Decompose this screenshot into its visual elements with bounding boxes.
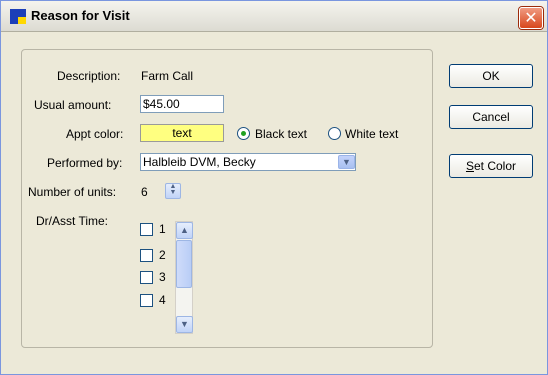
scroll-up-icon[interactable]: ▲ <box>176 222 193 239</box>
time-checkbox-3[interactable] <box>140 271 153 284</box>
performed-by-label: Performed by: <box>47 156 123 170</box>
black-text-radio[interactable] <box>237 127 250 140</box>
dialog-window: Reason for Visit ✕ Description: Farm Cal… <box>0 0 548 375</box>
set-color-button[interactable]: Set Color <box>449 154 533 178</box>
white-text-radio[interactable] <box>328 127 341 140</box>
set-color-label: et Color <box>473 159 517 173</box>
time-label: Dr/Asst Time: <box>36 214 109 228</box>
units-spinner-icon[interactable]: ▲ ▼ <box>165 183 181 199</box>
set-color-mnemonic: S <box>465 159 474 173</box>
usual-amount-label: Usual amount: <box>34 98 112 112</box>
appt-color-swatch[interactable]: text <box>140 124 224 142</box>
window-title: Reason for Visit <box>31 8 130 23</box>
app-icon <box>10 9 26 24</box>
performed-by-value: Halbleib DVM, Becky <box>143 155 256 169</box>
scroll-thumb[interactable] <box>176 240 192 288</box>
time-option-3[interactable]: 3 <box>159 270 166 284</box>
chevron-down-icon[interactable]: ▼ <box>338 155 355 169</box>
scroll-down-icon[interactable]: ▼ <box>176 316 193 333</box>
units-value[interactable]: 6 <box>141 185 148 199</box>
time-option-1[interactable]: 1 <box>159 222 166 236</box>
title-bar[interactable]: Reason for Visit ✕ <box>1 1 547 32</box>
white-text-label[interactable]: White text <box>345 127 398 141</box>
black-text-label[interactable]: Black text <box>255 127 307 141</box>
description-value: Farm Call <box>141 69 194 83</box>
appt-color-label: Appt color: <box>66 127 124 141</box>
time-scrollbar[interactable]: ▲ ▼ <box>175 221 193 334</box>
ok-button[interactable]: OK <box>449 64 533 88</box>
time-checkbox-2[interactable] <box>140 249 153 262</box>
time-option-4[interactable]: 4 <box>159 293 166 307</box>
performed-by-select[interactable]: Halbleib DVM, Becky ▼ <box>140 153 356 171</box>
close-icon: ✕ <box>524 8 538 27</box>
description-label: Description: <box>57 69 121 83</box>
usual-amount-field[interactable]: $45.00 <box>140 95 224 113</box>
time-checkbox-1[interactable] <box>140 223 153 236</box>
time-option-2[interactable]: 2 <box>159 248 166 262</box>
cancel-button[interactable]: Cancel <box>449 105 533 129</box>
close-button[interactable]: ✕ <box>519 7 543 29</box>
units-label: Number of units: <box>28 185 117 199</box>
time-checkbox-4[interactable] <box>140 294 153 307</box>
